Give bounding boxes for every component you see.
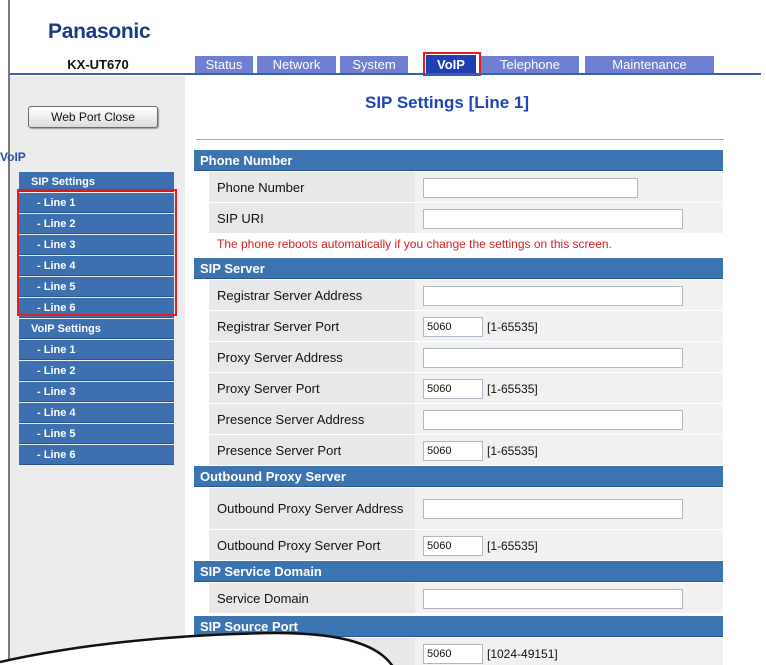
registrar-address-cell bbox=[415, 280, 723, 311]
source-port-cell: [1024-49151] bbox=[415, 638, 723, 665]
registrar-port-range: [1-65535] bbox=[487, 320, 538, 334]
registrar-address-input[interactable] bbox=[423, 286, 683, 306]
sidebar-voip-line-1[interactable]: - Line 1 bbox=[19, 340, 174, 360]
outbound-proxy-address-input[interactable] bbox=[423, 499, 683, 519]
sip-uri-cell bbox=[415, 203, 723, 234]
proxy-port-cell: [1-65535] bbox=[415, 373, 723, 404]
outbound-proxy-port-range: [1-65535] bbox=[487, 539, 538, 553]
presence-address-cell bbox=[415, 404, 723, 435]
registrar-address-label: Registrar Server Address bbox=[209, 280, 415, 311]
proxy-port-input[interactable] bbox=[423, 379, 483, 399]
registrar-port-label: Registrar Server Port bbox=[209, 311, 415, 342]
presence-port-range: [1-65535] bbox=[487, 444, 538, 458]
source-port-input[interactable] bbox=[423, 644, 483, 664]
sidebar-voip-heading[interactable]: VoIP bbox=[0, 150, 26, 164]
brand-logo: Panasonic bbox=[48, 20, 151, 43]
registrar-port-input[interactable] bbox=[423, 317, 483, 337]
tab-telephone[interactable]: Telephone bbox=[481, 56, 579, 73]
sidebar-voip-line-4[interactable]: - Line 4 bbox=[19, 403, 174, 423]
outbound-proxy-port-cell: [1-65535] bbox=[415, 530, 723, 561]
section-sip-source-port: SIP Source Port bbox=[194, 616, 723, 637]
proxy-port-range: [1-65535] bbox=[487, 382, 538, 396]
sidebar-voip-line-6[interactable]: - Line 6 bbox=[19, 445, 174, 465]
proxy-address-cell bbox=[415, 342, 723, 373]
sidebar-sip-line-2[interactable]: - Line 2 bbox=[19, 214, 174, 234]
proxy-address-input[interactable] bbox=[423, 348, 683, 368]
reboot-notice: The phone reboots automatically if you c… bbox=[217, 237, 612, 251]
sidebar-voip-line-5[interactable]: - Line 5 bbox=[19, 424, 174, 444]
sidebar-sip-line-3[interactable]: - Line 3 bbox=[19, 235, 174, 255]
section-phone-number: Phone Number bbox=[194, 150, 723, 171]
presence-port-cell: [1-65535] bbox=[415, 435, 723, 466]
section-sip-server: SIP Server bbox=[194, 258, 723, 279]
section-sip-service-domain: SIP Service Domain bbox=[194, 561, 723, 582]
sidebar-sip-line-5[interactable]: - Line 5 bbox=[19, 277, 174, 297]
tab-system[interactable]: System bbox=[340, 56, 408, 73]
tab-voip[interactable]: VoIP bbox=[426, 55, 476, 74]
sidebar-group-voip-settings[interactable]: VoIP Settings bbox=[19, 319, 174, 339]
title-divider bbox=[196, 139, 724, 140]
source-port-range: [1024-49151] bbox=[487, 647, 558, 661]
service-domain-input[interactable] bbox=[423, 589, 683, 609]
service-domain-cell bbox=[415, 583, 723, 614]
outbound-proxy-address-cell bbox=[415, 488, 723, 530]
sidebar-voip-line-2[interactable]: - Line 2 bbox=[19, 361, 174, 381]
tab-network[interactable]: Network bbox=[257, 56, 336, 73]
sip-uri-label: SIP URI bbox=[209, 203, 415, 234]
tab-status[interactable]: Status bbox=[195, 56, 253, 73]
outbound-proxy-port-label: Outbound Proxy Server Port bbox=[209, 530, 415, 561]
model-name: KX-UT670 bbox=[67, 57, 129, 72]
section-outbound-proxy: Outbound Proxy Server bbox=[194, 466, 723, 487]
phone-number-input[interactable] bbox=[423, 178, 638, 198]
sidebar-voip-line-3[interactable]: - Line 3 bbox=[19, 382, 174, 402]
service-domain-label: Service Domain bbox=[209, 583, 415, 614]
page-title: SIP Settings [Line 1] bbox=[365, 93, 530, 112]
sidebar-sip-line-4[interactable]: - Line 4 bbox=[19, 256, 174, 276]
phone-number-cell bbox=[415, 172, 723, 203]
sidebar-sip-line-1[interactable]: - Line 1 bbox=[19, 193, 174, 213]
header-divider bbox=[10, 73, 761, 75]
proxy-port-label: Proxy Server Port bbox=[209, 373, 415, 404]
sidebar-group-sip-settings[interactable]: SIP Settings bbox=[19, 172, 174, 192]
registrar-port-cell: [1-65535] bbox=[415, 311, 723, 342]
presence-port-label: Presence Server Port bbox=[209, 435, 415, 466]
tab-maintenance[interactable]: Maintenance bbox=[585, 56, 714, 73]
presence-address-input[interactable] bbox=[423, 410, 683, 430]
presence-port-input[interactable] bbox=[423, 441, 483, 461]
phone-number-label: Phone Number bbox=[209, 172, 415, 203]
proxy-address-label: Proxy Server Address bbox=[209, 342, 415, 373]
sip-uri-input[interactable] bbox=[423, 209, 683, 229]
outbound-proxy-address-label: Outbound Proxy Server Address bbox=[209, 488, 415, 530]
sidebar-sip-line-6[interactable]: - Line 6 bbox=[19, 298, 174, 318]
presence-address-label: Presence Server Address bbox=[209, 404, 415, 435]
outbound-proxy-port-input[interactable] bbox=[423, 536, 483, 556]
web-port-close-button[interactable]: Web Port Close bbox=[28, 106, 158, 128]
source-port-label: Source Port bbox=[209, 638, 415, 665]
